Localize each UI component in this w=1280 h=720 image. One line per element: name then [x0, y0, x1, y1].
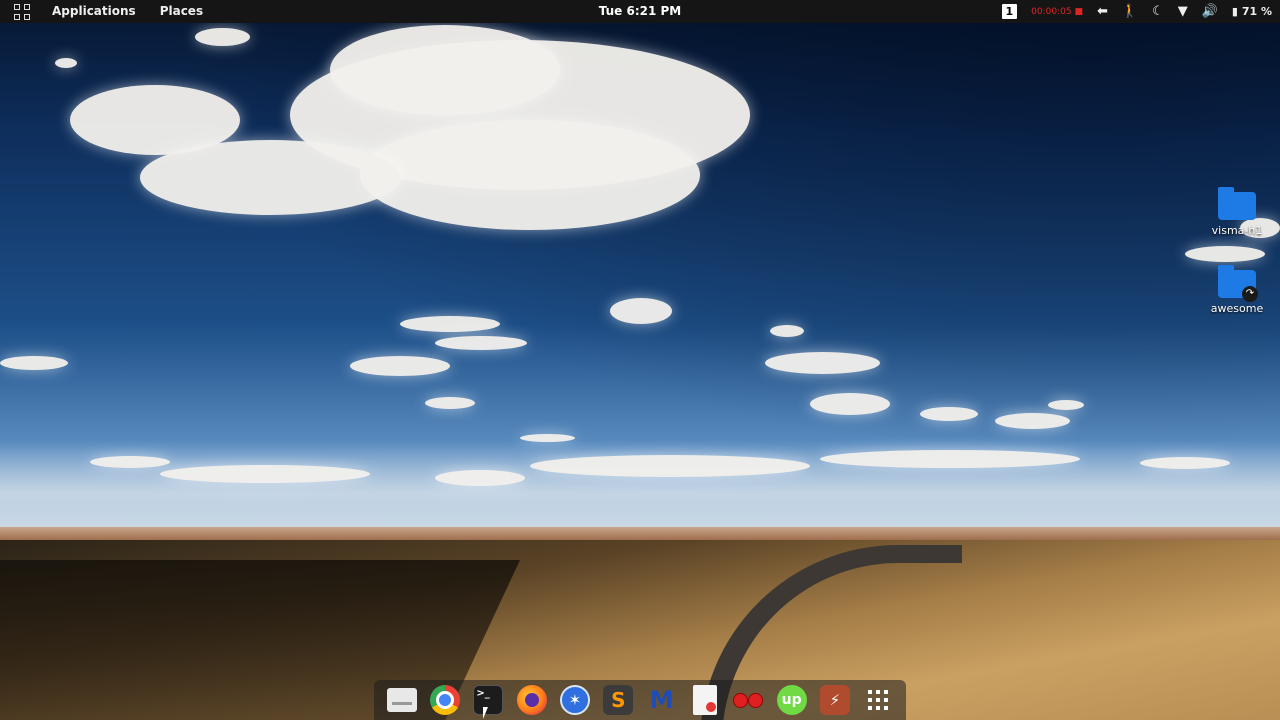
- desktop-icon-visma-h1[interactable]: visma-h1: [1202, 187, 1272, 237]
- dock: >_ ✶ S M up ⚡: [374, 680, 906, 720]
- mouse-pointer: [483, 707, 488, 719]
- cherry-icon: [733, 685, 763, 715]
- firefox-icon: [516, 685, 547, 715]
- desktop-icon-label: awesome: [1210, 302, 1264, 315]
- upwork-icon: up: [776, 685, 807, 715]
- folder-link-icon: ↷: [1218, 265, 1258, 302]
- cloud: [1185, 246, 1265, 262]
- cloud: [140, 140, 400, 215]
- dock-malwarebytes[interactable]: M: [645, 683, 679, 717]
- dock-ivy[interactable]: ⚡: [818, 683, 852, 717]
- cloud: [360, 120, 700, 230]
- desktop-icon-label: visma-h1: [1211, 224, 1263, 237]
- volume-icon[interactable]: 🔊: [1202, 4, 1218, 19]
- cloud: [810, 393, 890, 415]
- show-applications-icon: [868, 690, 889, 710]
- battery-icon: ▮: [1231, 5, 1238, 18]
- horizon-haze: [0, 440, 1280, 530]
- dock-cherry[interactable]: [731, 683, 765, 717]
- cloud: [820, 450, 1080, 468]
- cloud: [400, 316, 500, 332]
- top-panel: Applications Places Tue 6:21 PM 1 00:00:…: [0, 0, 1280, 23]
- recording-icon: ■: [1074, 6, 1083, 17]
- dock-upwork[interactable]: up: [775, 683, 809, 717]
- night-light-icon[interactable]: ☾: [1152, 4, 1164, 19]
- cloud: [330, 25, 560, 115]
- dock-chrome[interactable]: [428, 683, 462, 717]
- places-menu[interactable]: Places: [148, 0, 215, 23]
- cloud: [435, 336, 527, 350]
- cloud: [610, 298, 672, 324]
- accessibility-icon[interactable]: 🚶: [1122, 4, 1138, 19]
- cloud: [920, 407, 978, 421]
- cloud: [195, 28, 250, 46]
- sublime-text-icon: S: [603, 685, 634, 715]
- dock-files[interactable]: [385, 683, 419, 717]
- malwarebytes-icon: M: [649, 686, 674, 714]
- cloud: [1048, 400, 1084, 410]
- cloud: [995, 413, 1070, 429]
- cloud: [425, 397, 475, 409]
- symlink-arrow-icon: ↷: [1242, 286, 1258, 302]
- dock-document-viewer[interactable]: [688, 683, 722, 717]
- dock-sublime-text[interactable]: S: [601, 683, 635, 717]
- cloud: [160, 465, 370, 483]
- clock[interactable]: Tue 6:21 PM: [599, 0, 682, 23]
- cloud: [1140, 457, 1230, 469]
- cloud: [765, 352, 880, 374]
- ivy-icon: ⚡: [819, 685, 850, 715]
- cloud: [55, 58, 77, 68]
- app-grid-icon[interactable]: [14, 3, 30, 20]
- battery-percent: 71 %: [1241, 5, 1272, 18]
- folder-icon: [1218, 187, 1256, 220]
- chrome-icon: [429, 685, 460, 715]
- cloud: [350, 356, 450, 376]
- cloud: [530, 455, 810, 477]
- dock-safari[interactable]: ✶: [558, 683, 592, 717]
- recording-indicator[interactable]: 00:00:05 ■: [1031, 7, 1083, 17]
- cloud: [435, 470, 525, 486]
- compass-icon: ✶: [559, 685, 590, 715]
- workspace-indicator[interactable]: 1: [1001, 4, 1018, 19]
- battery-status[interactable]: ▮ 71 %: [1232, 5, 1272, 18]
- distant-mesa: [0, 527, 1280, 541]
- cloud: [770, 325, 804, 337]
- keyboard-layout-icon[interactable]: ⬅: [1097, 4, 1108, 19]
- dock-firefox[interactable]: [515, 683, 549, 717]
- cloud: [0, 356, 68, 370]
- dock-terminal[interactable]: >_: [471, 683, 505, 717]
- desktop-wallpaper: [0, 0, 1280, 720]
- desktop-icon-awesome[interactable]: ↷ awesome: [1202, 265, 1272, 315]
- dock-show-applications[interactable]: [861, 683, 895, 717]
- recording-time: 00:00:05: [1031, 6, 1072, 17]
- document-icon: [692, 685, 717, 715]
- terminal-icon: >_: [473, 685, 504, 715]
- files-icon: [386, 688, 417, 712]
- cloud: [90, 456, 170, 468]
- wifi-icon[interactable]: ▼: [1178, 4, 1188, 19]
- applications-menu[interactable]: Applications: [40, 0, 148, 23]
